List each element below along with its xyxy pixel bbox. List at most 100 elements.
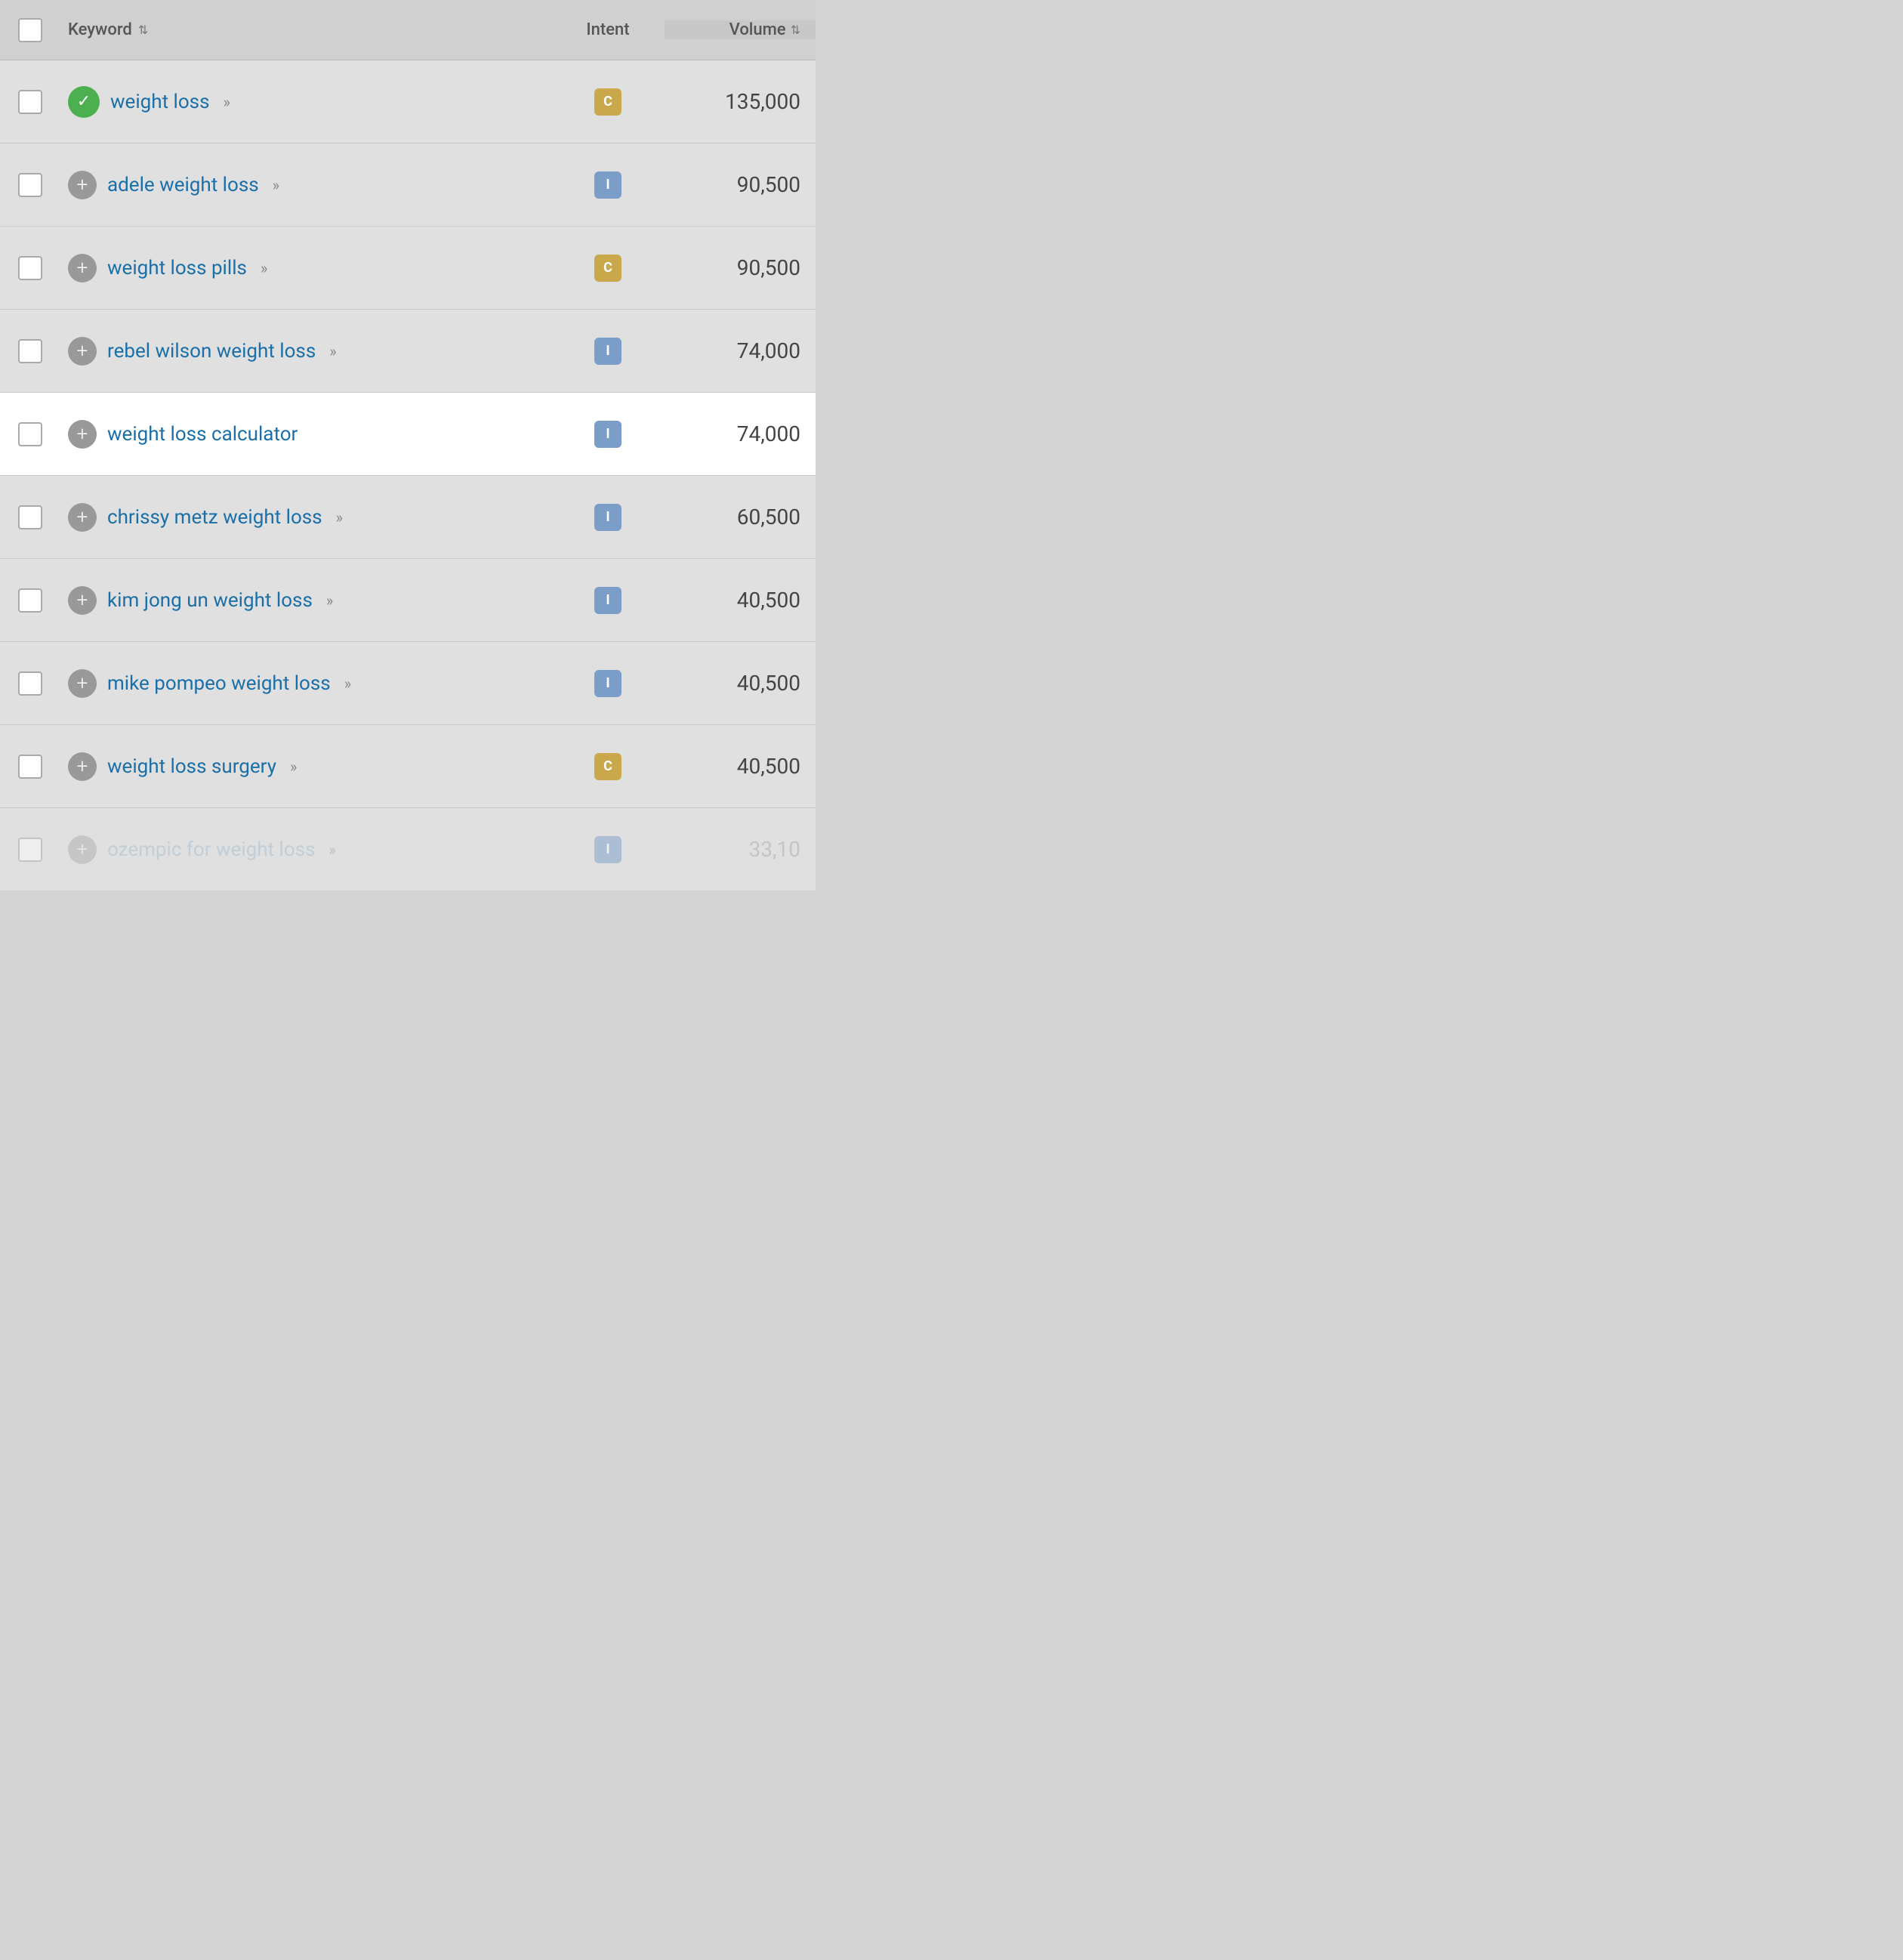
keyword-text: adele weight loss [107, 174, 259, 196]
row-keyword-col: + weight loss pills » [60, 254, 551, 282]
row-checkbox-col [0, 422, 60, 446]
row-volume-col: 33,10 [665, 837, 816, 862]
keyword-sort-icon[interactable]: ⇅ [138, 23, 148, 37]
add-keyword-icon[interactable]: + [68, 254, 97, 282]
table-row[interactable]: +kim jong un weight loss»I40,500 [0, 559, 816, 642]
row-intent-col: C [551, 753, 665, 780]
row-intent-col: I [551, 587, 665, 614]
intent-badge: I [594, 587, 621, 614]
volume-sort-icon[interactable]: ⇅ [791, 23, 800, 37]
intent-badge: C [594, 255, 621, 282]
keyword-text: weight loss pills [107, 257, 247, 279]
row-intent-col: I [551, 421, 665, 448]
keyword-text: kim jong un weight loss [107, 589, 313, 612]
row-volume-col: 60,500 [665, 505, 816, 529]
chevron-right-icon[interactable]: » [273, 176, 276, 194]
intent-badge: I [594, 171, 621, 199]
chevron-right-icon[interactable]: » [329, 342, 333, 360]
row-checkbox[interactable] [18, 339, 42, 363]
table-row[interactable]: +mike pompeo weight loss»I40,500 [0, 642, 816, 725]
table-row[interactable]: +weight loss surgery»C40,500 [0, 725, 816, 808]
intent-badge: C [594, 88, 621, 116]
keyword-text: mike pompeo weight loss [107, 672, 331, 695]
add-keyword-icon[interactable]: + [68, 752, 97, 781]
add-keyword-icon[interactable]: + [68, 586, 97, 615]
header-keyword: Keyword ⇅ [60, 20, 551, 39]
row-keyword-col: + rebel wilson weight loss » [60, 337, 551, 366]
add-keyword-icon[interactable]: + [68, 337, 97, 366]
intent-badge: C [594, 753, 621, 780]
table-row[interactable]: + adele weight loss » I 90,500 [0, 144, 816, 227]
volume-header-label: Volume [729, 20, 786, 39]
chevron-right-icon[interactable]: » [290, 758, 294, 776]
table-row[interactable]: + chrissy metz weight loss » I 60,500 [0, 476, 816, 559]
table-header: Keyword ⇅ Intent Volume ⇅ [0, 0, 816, 60]
table-row[interactable]: + weight loss pills » C 90,500 [0, 227, 816, 310]
row-checkbox-col [0, 505, 60, 529]
row-checkbox-col [0, 256, 60, 280]
table-row[interactable]: + ozempic for weight loss » I 33,10 [0, 808, 816, 891]
add-keyword-icon[interactable]: + [68, 669, 97, 698]
row-checkbox-col [0, 90, 60, 114]
keyword-text: rebel wilson weight loss [107, 340, 316, 363]
intent-header-label: Intent [586, 20, 629, 39]
chevron-right-icon[interactable]: » [326, 591, 330, 610]
table-row[interactable]: ✓ weight loss » C 135,000 [0, 60, 816, 144]
keyword-text: weight loss [110, 91, 210, 113]
row-keyword-col: + mike pompeo weight loss » [60, 669, 551, 698]
row-checkbox[interactable] [18, 173, 42, 197]
select-all-checkbox[interactable] [18, 18, 42, 42]
row-keyword-col: + weight loss calculator [60, 420, 551, 449]
row-intent-col: I [551, 338, 665, 365]
row-checkbox-col [0, 671, 60, 696]
row-volume-col: 74,000 [665, 421, 816, 446]
row-keyword-col: + weight loss surgery » [60, 752, 551, 781]
row-checkbox-col [0, 339, 60, 363]
row-volume-col: 90,500 [665, 255, 816, 280]
keyword-text: chrissy metz weight loss [107, 506, 322, 529]
intent-badge: I [594, 421, 621, 448]
row-keyword-col: ✓ weight loss » [60, 86, 551, 118]
table-row[interactable]: + weight loss calculator I 74,000 [0, 393, 816, 476]
add-keyword-icon[interactable]: + [68, 171, 97, 199]
checked-icon[interactable]: ✓ [68, 86, 100, 118]
header-checkbox-col [0, 18, 60, 42]
row-intent-col: C [551, 255, 665, 282]
row-volume-col: 135,000 [665, 89, 816, 114]
row-checkbox-col [0, 588, 60, 613]
chevron-right-icon[interactable]: » [329, 841, 333, 859]
keyword-text: ozempic for weight loss [107, 838, 316, 861]
add-keyword-icon[interactable]: + [68, 835, 97, 864]
row-checkbox[interactable] [18, 588, 42, 613]
row-checkbox[interactable] [18, 256, 42, 280]
keyword-table: Keyword ⇅ Intent Volume ⇅ ✓ weight loss » C… [0, 0, 816, 891]
row-volume-col: 40,500 [665, 671, 816, 696]
row-volume-col: 74,000 [665, 338, 816, 363]
row-checkbox[interactable] [18, 838, 42, 862]
row-keyword-col: + chrissy metz weight loss » [60, 503, 551, 532]
keyword-header-label: Keyword [68, 20, 132, 39]
add-keyword-icon[interactable]: + [68, 503, 97, 532]
chevron-right-icon[interactable]: » [261, 259, 264, 277]
chevron-right-icon[interactable]: » [224, 93, 227, 111]
intent-badge: I [594, 836, 621, 863]
table-row[interactable]: + rebel wilson weight loss » I74,000 [0, 310, 816, 393]
keyword-text: weight loss surgery [107, 755, 276, 778]
keyword-text: weight loss calculator [107, 423, 298, 446]
header-intent: Intent [551, 20, 665, 39]
intent-badge: I [594, 504, 621, 531]
row-intent-col: I [551, 836, 665, 863]
row-checkbox[interactable] [18, 505, 42, 529]
row-checkbox-col [0, 755, 60, 779]
row-volume-col: 90,500 [665, 172, 816, 197]
chevron-right-icon[interactable]: » [344, 674, 348, 693]
rows-container: ✓ weight loss » C 135,000 + adele weight loss »… [0, 60, 816, 891]
row-checkbox[interactable] [18, 671, 42, 696]
row-checkbox[interactable] [18, 755, 42, 779]
chevron-right-icon[interactable]: » [336, 508, 340, 526]
add-keyword-icon[interactable]: + [68, 420, 97, 449]
row-checkbox[interactable] [18, 422, 42, 446]
row-keyword-col: + adele weight loss » [60, 171, 551, 199]
row-intent-col: I [551, 504, 665, 531]
row-checkbox[interactable] [18, 90, 42, 114]
